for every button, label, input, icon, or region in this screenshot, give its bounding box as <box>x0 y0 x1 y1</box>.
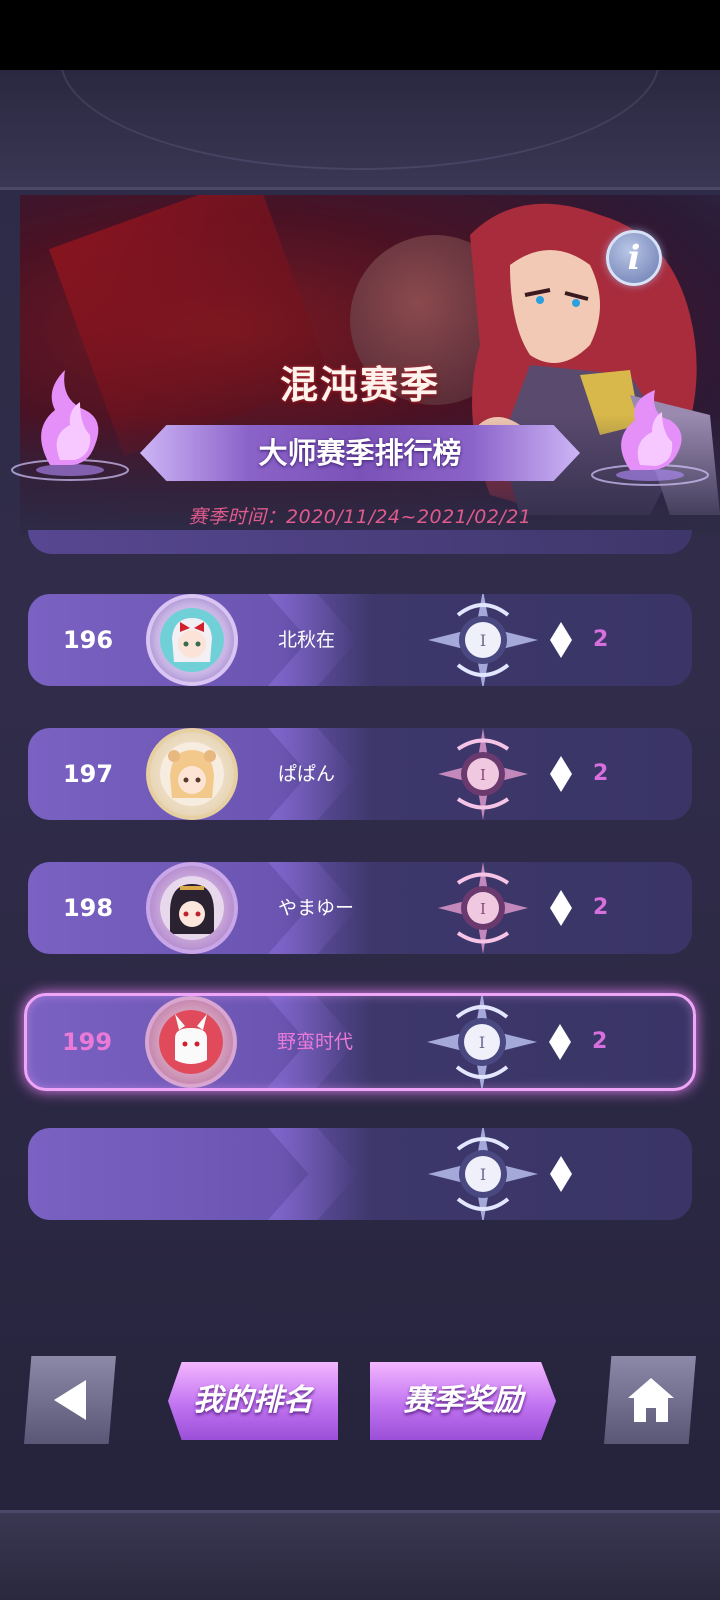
status-bar <box>0 0 720 70</box>
silver-rank-emblem-icon: I <box>428 594 538 686</box>
svg-text:I: I <box>480 900 486 918</box>
player-name: 野蛮时代 <box>277 1031 354 1053</box>
svg-text:I: I <box>480 631 486 650</box>
player-name: ぱぱん <box>278 763 336 785</box>
home-button[interactable] <box>604 1356 696 1444</box>
score: 2 <box>593 895 609 920</box>
silver-rank-emblem-icon: I <box>428 1128 538 1220</box>
score: 2 <box>593 761 609 786</box>
player-name: やまゆー <box>278 897 355 919</box>
avatar <box>146 728 238 820</box>
score: 2 <box>593 627 609 652</box>
diamond-icon <box>550 756 572 792</box>
avatar <box>146 862 238 954</box>
ranking-list[interactable]: 196 北秋在 I 2 197 ぱぱん I 2 198 やまゆー I 2 199… <box>0 530 720 1290</box>
back-button[interactable] <box>24 1356 116 1444</box>
ranking-row-current-player[interactable]: 199 野蛮时代 I 2 <box>24 993 696 1091</box>
leaderboard-title-ribbon: 大师赛季排行榜 <box>140 425 580 481</box>
ranking-row[interactable]: 197 ぱぱん I 2 <box>28 728 692 820</box>
purple-flame-icon <box>11 370 129 481</box>
season-time: 赛季时间：2020/11/24~2021/02/21 <box>188 506 532 528</box>
svg-text:I: I <box>480 1165 486 1184</box>
leaderboard-screen: i 混沌赛季 大师赛季排行榜 赛季时间：2020/11/24~2021/02/2… <box>0 70 720 1600</box>
leaderboard-title: 大师赛季排行榜 <box>258 436 462 470</box>
pink-rank-emblem-icon: I <box>438 862 528 954</box>
diamond-icon <box>550 622 572 658</box>
diamond-icon <box>550 890 572 926</box>
avatar <box>145 996 237 1088</box>
season-reward-button[interactable]: 赛季奖励 <box>370 1362 556 1440</box>
bottom-frame <box>0 1510 720 1600</box>
rank-number: 199 <box>61 1028 113 1056</box>
list-item-partial <box>28 530 692 554</box>
svg-text:I: I <box>479 1033 485 1052</box>
purple-flame-icon <box>591 390 709 486</box>
rank-number: 198 <box>62 894 114 922</box>
my-rank-button[interactable]: 我的排名 <box>168 1362 338 1440</box>
ranking-row[interactable]: 196 北秋在 I 2 <box>28 594 692 686</box>
bottom-bar: 我的排名 赛季奖励 <box>0 1350 720 1470</box>
home-icon <box>628 1378 674 1422</box>
info-button[interactable]: i <box>606 230 662 286</box>
back-arrow-icon <box>54 1380 86 1420</box>
pink-rank-emblem-icon: I <box>438 728 528 820</box>
ranking-row[interactable]: 198 やまゆー I 2 <box>28 862 692 954</box>
top-frame <box>0 70 720 190</box>
rank-number: 197 <box>62 760 114 788</box>
season-reward-label: 赛季奖励 <box>403 1383 523 1418</box>
silver-rank-emblem-icon: I <box>427 996 537 1088</box>
score: 2 <box>592 1029 608 1054</box>
season-title: 混沌赛季 <box>279 362 440 407</box>
svg-text:I: I <box>480 766 486 784</box>
rank-number: 196 <box>62 626 114 654</box>
ranking-row-empty: I <box>28 1128 692 1220</box>
avatar <box>146 594 238 686</box>
player-name: 北秋在 <box>278 629 336 651</box>
my-rank-label: 我的排名 <box>193 1383 313 1418</box>
diamond-icon <box>549 1024 571 1060</box>
diamond-icon <box>550 1156 572 1192</box>
